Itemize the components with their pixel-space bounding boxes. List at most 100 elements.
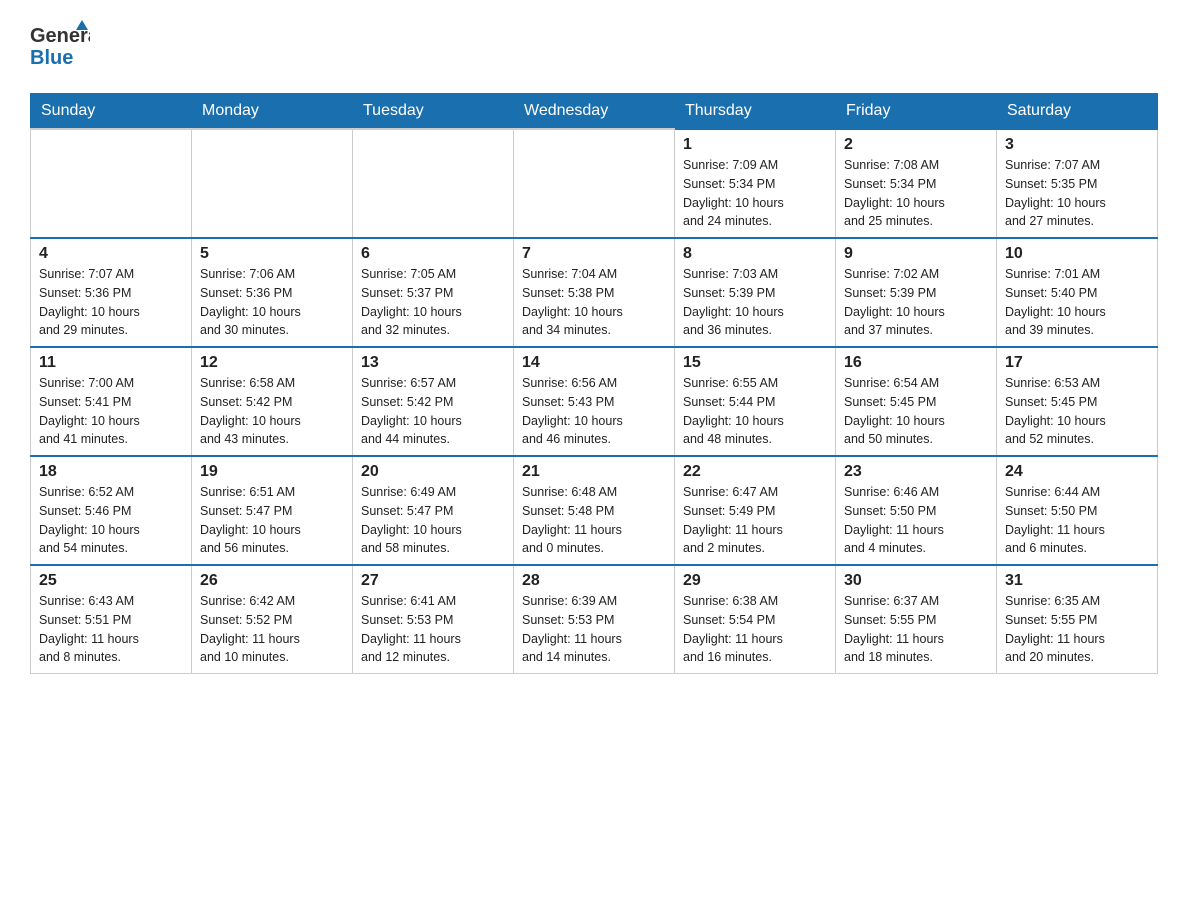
weekday-header-saturday: Saturday — [997, 94, 1158, 130]
day-number: 30 — [844, 572, 988, 590]
day-number: 8 — [683, 245, 827, 263]
day-number: 11 — [39, 354, 183, 372]
calendar-cell: 25 Sunrise: 6:43 AM Sunset: 5:51 PM Dayli… — [31, 565, 192, 674]
calendar-cell: 15Sunrise: 6:55 AM Sunset: 5:44 PM Dayli… — [675, 347, 836, 456]
calendar-week-row: 4Sunrise: 7:07 AM Sunset: 5:36 PM Daylig… — [31, 238, 1158, 347]
calendar-cell: 9Sunrise: 7:02 AM Sunset: 5:39 PM Daylig… — [836, 238, 997, 347]
day-number: 6 — [361, 245, 505, 263]
calendar-cell: 10 Sunrise: 7:01 AM Sunset: 5:40 PM Dayli… — [997, 238, 1158, 347]
calendar-cell: 7 Sunrise: 7:04 AM Sunset: 5:38 PM Daylig… — [514, 238, 675, 347]
calendar-cell: 14 Sunrise: 6:56 AM Sunset: 5:43 PM Dayli… — [514, 347, 675, 456]
day-number: 13 — [361, 354, 505, 372]
day-info: Sunrise: 7:01 AM Sunset: 5:40 PM Dayligh… — [1005, 265, 1149, 340]
day-info: Sunrise: 6:43 AM Sunset: 5:51 PM Dayligh… — [39, 592, 183, 667]
calendar-cell: 27Sunrise: 6:41 AM Sunset: 5:53 PM Dayli… — [353, 565, 514, 674]
day-info: Sunrise: 6:51 AM Sunset: 5:47 PM Dayligh… — [200, 483, 344, 558]
calendar-cell: 30 Sunrise: 6:37 AM Sunset: 5:55 PM Dayli… — [836, 565, 997, 674]
day-info: Sunrise: 7:08 AM Sunset: 5:34 PM Dayligh… — [844, 156, 988, 231]
calendar-cell: 11Sunrise: 7:00 AM Sunset: 5:41 PM Dayli… — [31, 347, 192, 456]
day-number: 29 — [683, 572, 827, 590]
weekday-header-tuesday: Tuesday — [353, 94, 514, 130]
calendar-cell: 2 Sunrise: 7:08 AM Sunset: 5:34 PM Daylig… — [836, 129, 997, 238]
calendar-cell: 17 Sunrise: 6:53 AM Sunset: 5:45 PM Dayli… — [997, 347, 1158, 456]
day-number: 1 — [683, 136, 827, 154]
day-number: 16 — [844, 354, 988, 372]
day-info: Sunrise: 6:56 AM Sunset: 5:43 PM Dayligh… — [522, 374, 666, 449]
calendar-cell — [31, 129, 192, 238]
weekday-header-friday: Friday — [836, 94, 997, 130]
weekday-header-thursday: Thursday — [675, 94, 836, 130]
calendar-cell: 20 Sunrise: 6:49 AM Sunset: 5:47 PM Dayli… — [353, 456, 514, 565]
day-info: Sunrise: 6:55 AM Sunset: 5:44 PM Dayligh… — [683, 374, 827, 449]
calendar-cell: 24 Sunrise: 6:44 AM Sunset: 5:50 PM Dayli… — [997, 456, 1158, 565]
calendar-cell: 23 Sunrise: 6:46 AM Sunset: 5:50 PM Dayli… — [836, 456, 997, 565]
day-info: Sunrise: 7:04 AM Sunset: 5:38 PM Dayligh… — [522, 265, 666, 340]
day-number: 23 — [844, 463, 988, 481]
weekday-header-sunday: Sunday — [31, 94, 192, 130]
day-info: Sunrise: 7:05 AM Sunset: 5:37 PM Dayligh… — [361, 265, 505, 340]
page-header: General Blue — [30, 20, 1158, 75]
logo: General Blue — [30, 20, 90, 75]
day-info: Sunrise: 6:57 AM Sunset: 5:42 PM Dayligh… — [361, 374, 505, 449]
day-number: 7 — [522, 245, 666, 263]
calendar-week-row: 25 Sunrise: 6:43 AM Sunset: 5:51 PM Dayli… — [31, 565, 1158, 674]
weekday-header-monday: Monday — [192, 94, 353, 130]
calendar-table: SundayMondayTuesdayWednesdayThursdayFrid… — [30, 93, 1158, 674]
day-number: 25 — [39, 572, 183, 590]
calendar-cell: 28 Sunrise: 6:39 AM Sunset: 5:53 PM Dayli… — [514, 565, 675, 674]
day-number: 22 — [683, 463, 827, 481]
calendar-cell: 19 Sunrise: 6:51 AM Sunset: 5:47 PM Dayli… — [192, 456, 353, 565]
day-info: Sunrise: 6:35 AM Sunset: 5:55 PM Dayligh… — [1005, 592, 1149, 667]
calendar-cell: 4Sunrise: 7:07 AM Sunset: 5:36 PM Daylig… — [31, 238, 192, 347]
day-number: 10 — [1005, 245, 1149, 263]
calendar-cell — [514, 129, 675, 238]
calendar-cell: 1 Sunrise: 7:09 AM Sunset: 5:34 PM Daylig… — [675, 129, 836, 238]
day-info: Sunrise: 6:54 AM Sunset: 5:45 PM Dayligh… — [844, 374, 988, 449]
day-number: 27 — [361, 572, 505, 590]
calendar-week-row: 1 Sunrise: 7:09 AM Sunset: 5:34 PM Daylig… — [31, 129, 1158, 238]
calendar-cell: 8Sunrise: 7:03 AM Sunset: 5:39 PM Daylig… — [675, 238, 836, 347]
day-number: 14 — [522, 354, 666, 372]
calendar-cell: 29Sunrise: 6:38 AM Sunset: 5:54 PM Dayli… — [675, 565, 836, 674]
calendar-cell — [353, 129, 514, 238]
svg-text:Blue: Blue — [30, 47, 73, 69]
calendar-cell: 16 Sunrise: 6:54 AM Sunset: 5:45 PM Dayli… — [836, 347, 997, 456]
calendar-cell: 3 Sunrise: 7:07 AM Sunset: 5:35 PM Daylig… — [997, 129, 1158, 238]
day-info: Sunrise: 6:49 AM Sunset: 5:47 PM Dayligh… — [361, 483, 505, 558]
day-number: 31 — [1005, 572, 1149, 590]
calendar-cell: 21 Sunrise: 6:48 AM Sunset: 5:48 PM Dayli… — [514, 456, 675, 565]
day-number: 3 — [1005, 136, 1149, 154]
day-number: 19 — [200, 463, 344, 481]
calendar-cell: 22 Sunrise: 6:47 AM Sunset: 5:49 PM Dayli… — [675, 456, 836, 565]
day-number: 12 — [200, 354, 344, 372]
day-info: Sunrise: 6:53 AM Sunset: 5:45 PM Dayligh… — [1005, 374, 1149, 449]
day-info: Sunrise: 6:46 AM Sunset: 5:50 PM Dayligh… — [844, 483, 988, 558]
day-number: 21 — [522, 463, 666, 481]
calendar-cell: 26Sunrise: 6:42 AM Sunset: 5:52 PM Dayli… — [192, 565, 353, 674]
day-info: Sunrise: 6:47 AM Sunset: 5:49 PM Dayligh… — [683, 483, 827, 558]
calendar-week-row: 18Sunrise: 6:52 AM Sunset: 5:46 PM Dayli… — [31, 456, 1158, 565]
day-number: 2 — [844, 136, 988, 154]
day-number: 17 — [1005, 354, 1149, 372]
day-number: 20 — [361, 463, 505, 481]
day-number: 24 — [1005, 463, 1149, 481]
day-info: Sunrise: 6:52 AM Sunset: 5:46 PM Dayligh… — [39, 483, 183, 558]
calendar-cell: 18Sunrise: 6:52 AM Sunset: 5:46 PM Dayli… — [31, 456, 192, 565]
day-info: Sunrise: 7:06 AM Sunset: 5:36 PM Dayligh… — [200, 265, 344, 340]
calendar-cell: 13 Sunrise: 6:57 AM Sunset: 5:42 PM Dayli… — [353, 347, 514, 456]
day-info: Sunrise: 6:39 AM Sunset: 5:53 PM Dayligh… — [522, 592, 666, 667]
day-info: Sunrise: 7:07 AM Sunset: 5:35 PM Dayligh… — [1005, 156, 1149, 231]
day-number: 4 — [39, 245, 183, 263]
day-info: Sunrise: 6:48 AM Sunset: 5:48 PM Dayligh… — [522, 483, 666, 558]
day-number: 9 — [844, 245, 988, 263]
calendar-cell: 6 Sunrise: 7:05 AM Sunset: 5:37 PM Daylig… — [353, 238, 514, 347]
calendar-cell: 31 Sunrise: 6:35 AM Sunset: 5:55 PM Dayli… — [997, 565, 1158, 674]
calendar-cell — [192, 129, 353, 238]
weekday-header-row: SundayMondayTuesdayWednesdayThursdayFrid… — [31, 94, 1158, 130]
day-info: Sunrise: 7:09 AM Sunset: 5:34 PM Dayligh… — [683, 156, 827, 231]
day-number: 26 — [200, 572, 344, 590]
day-info: Sunrise: 6:58 AM Sunset: 5:42 PM Dayligh… — [200, 374, 344, 449]
day-info: Sunrise: 6:37 AM Sunset: 5:55 PM Dayligh… — [844, 592, 988, 667]
day-number: 28 — [522, 572, 666, 590]
day-info: Sunrise: 6:44 AM Sunset: 5:50 PM Dayligh… — [1005, 483, 1149, 558]
